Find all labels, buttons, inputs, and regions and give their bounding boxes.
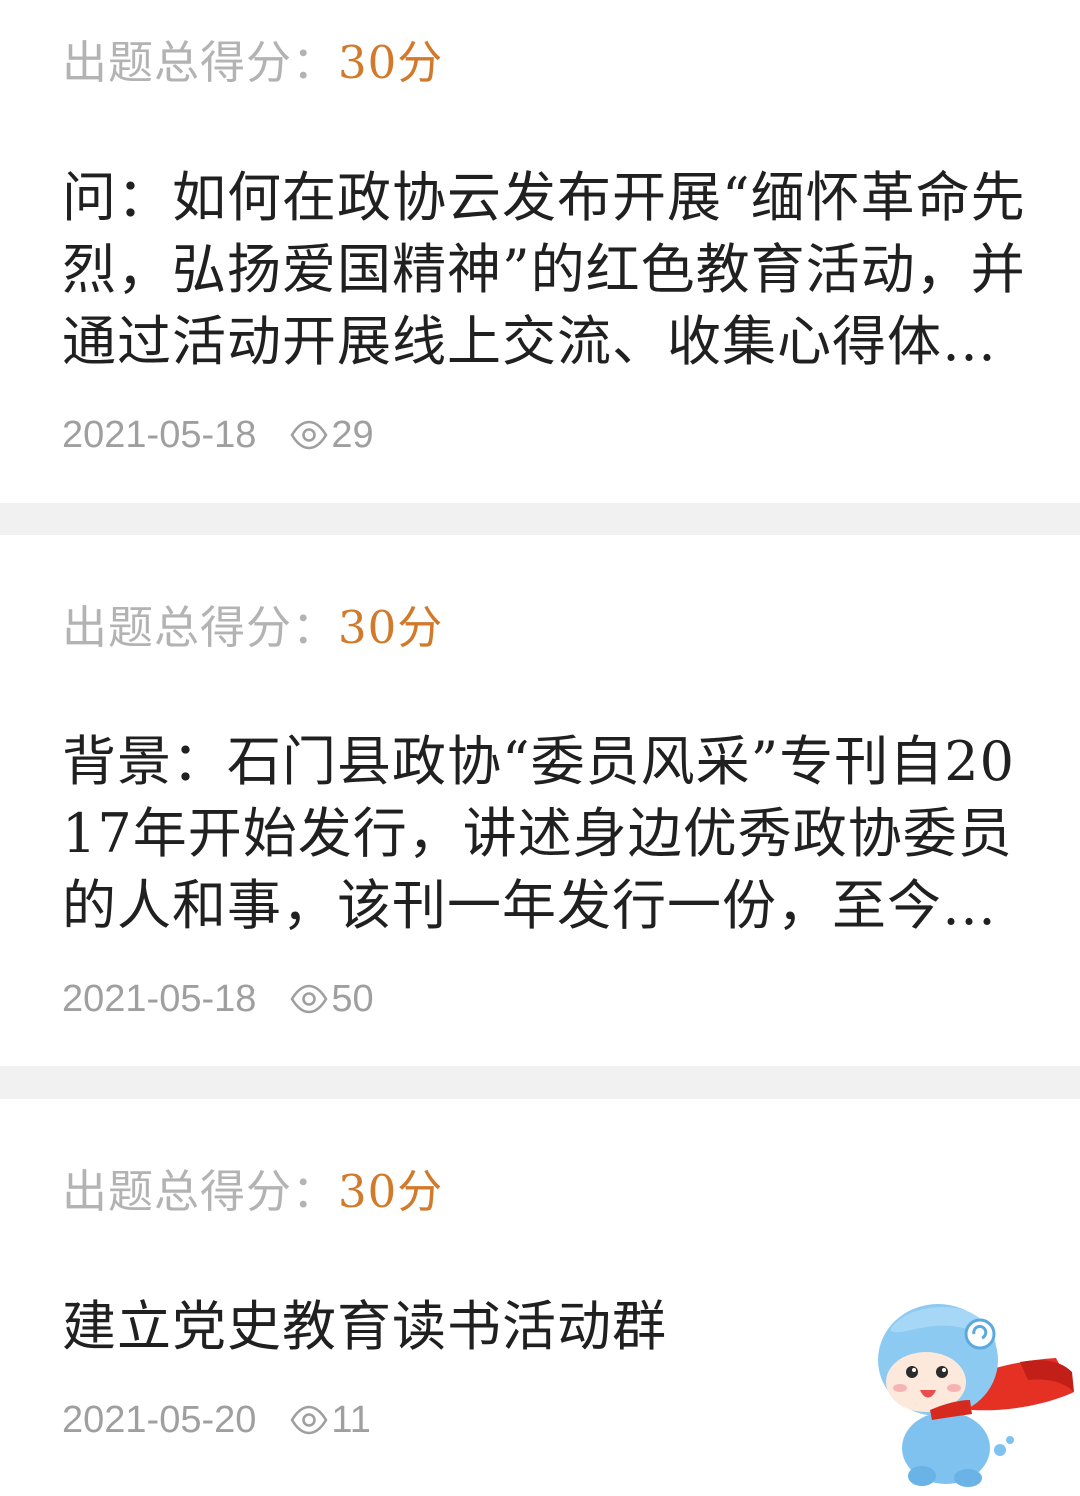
- view-count-value: 29: [331, 413, 374, 456]
- score-value: 30分: [338, 1165, 444, 1218]
- question-feed: 出题总得分：30分 问：如何在政协云发布开展“缅怀革命先烈，弘扬爱国精神”的红色…: [0, 0, 1080, 1496]
- question-text[interactable]: 问：如何在政协云发布开展“缅怀革命先烈，弘扬爱国精神”的红色教育活动，并通过活动…: [62, 162, 1034, 378]
- eye-icon: [290, 420, 328, 450]
- meta-row: 2021-05-18 29: [62, 413, 374, 457]
- meta-row: 2021-05-20 11: [62, 1398, 371, 1442]
- score-line: 出题总得分：30分: [62, 40, 443, 85]
- score-label: 出题总得分：: [62, 1165, 339, 1218]
- eye-icon: [290, 1405, 328, 1435]
- card-divider: [0, 503, 1080, 535]
- view-count: 50: [290, 977, 374, 1021]
- score-value: 30分: [338, 36, 444, 89]
- eye-icon: [290, 984, 328, 1014]
- score-value: 30分: [338, 601, 444, 654]
- score-label: 出题总得分：: [62, 36, 339, 89]
- score-line: 出题总得分：30分: [62, 605, 443, 650]
- view-count: 11: [290, 1398, 371, 1442]
- post-date: 2021-05-18: [62, 413, 257, 456]
- question-text[interactable]: 背景：石门县政协“委员风采”专刊自2017年开始发行，讲述身边优秀政协委员的人和…: [62, 726, 1034, 942]
- post-date: 2021-05-20: [62, 1398, 257, 1441]
- question-card[interactable]: 出题总得分：30分 背景：石门县政协“委员风采”专刊自2017年开始发行，讲述身…: [0, 535, 1080, 1066]
- post-date: 2021-05-18: [62, 977, 257, 1020]
- score-line: 出题总得分：30分: [62, 1169, 443, 1214]
- view-count-value: 11: [331, 1398, 371, 1441]
- mascot-superhero-icon[interactable]: [860, 1300, 1076, 1490]
- card-divider: [0, 1066, 1080, 1099]
- question-card[interactable]: 出题总得分：30分 问：如何在政协云发布开展“缅怀革命先烈，弘扬爱国精神”的红色…: [0, 0, 1080, 503]
- view-count-value: 50: [331, 977, 374, 1020]
- meta-row: 2021-05-18 50: [62, 977, 374, 1021]
- score-label: 出题总得分：: [62, 601, 339, 654]
- view-count: 29: [290, 413, 374, 457]
